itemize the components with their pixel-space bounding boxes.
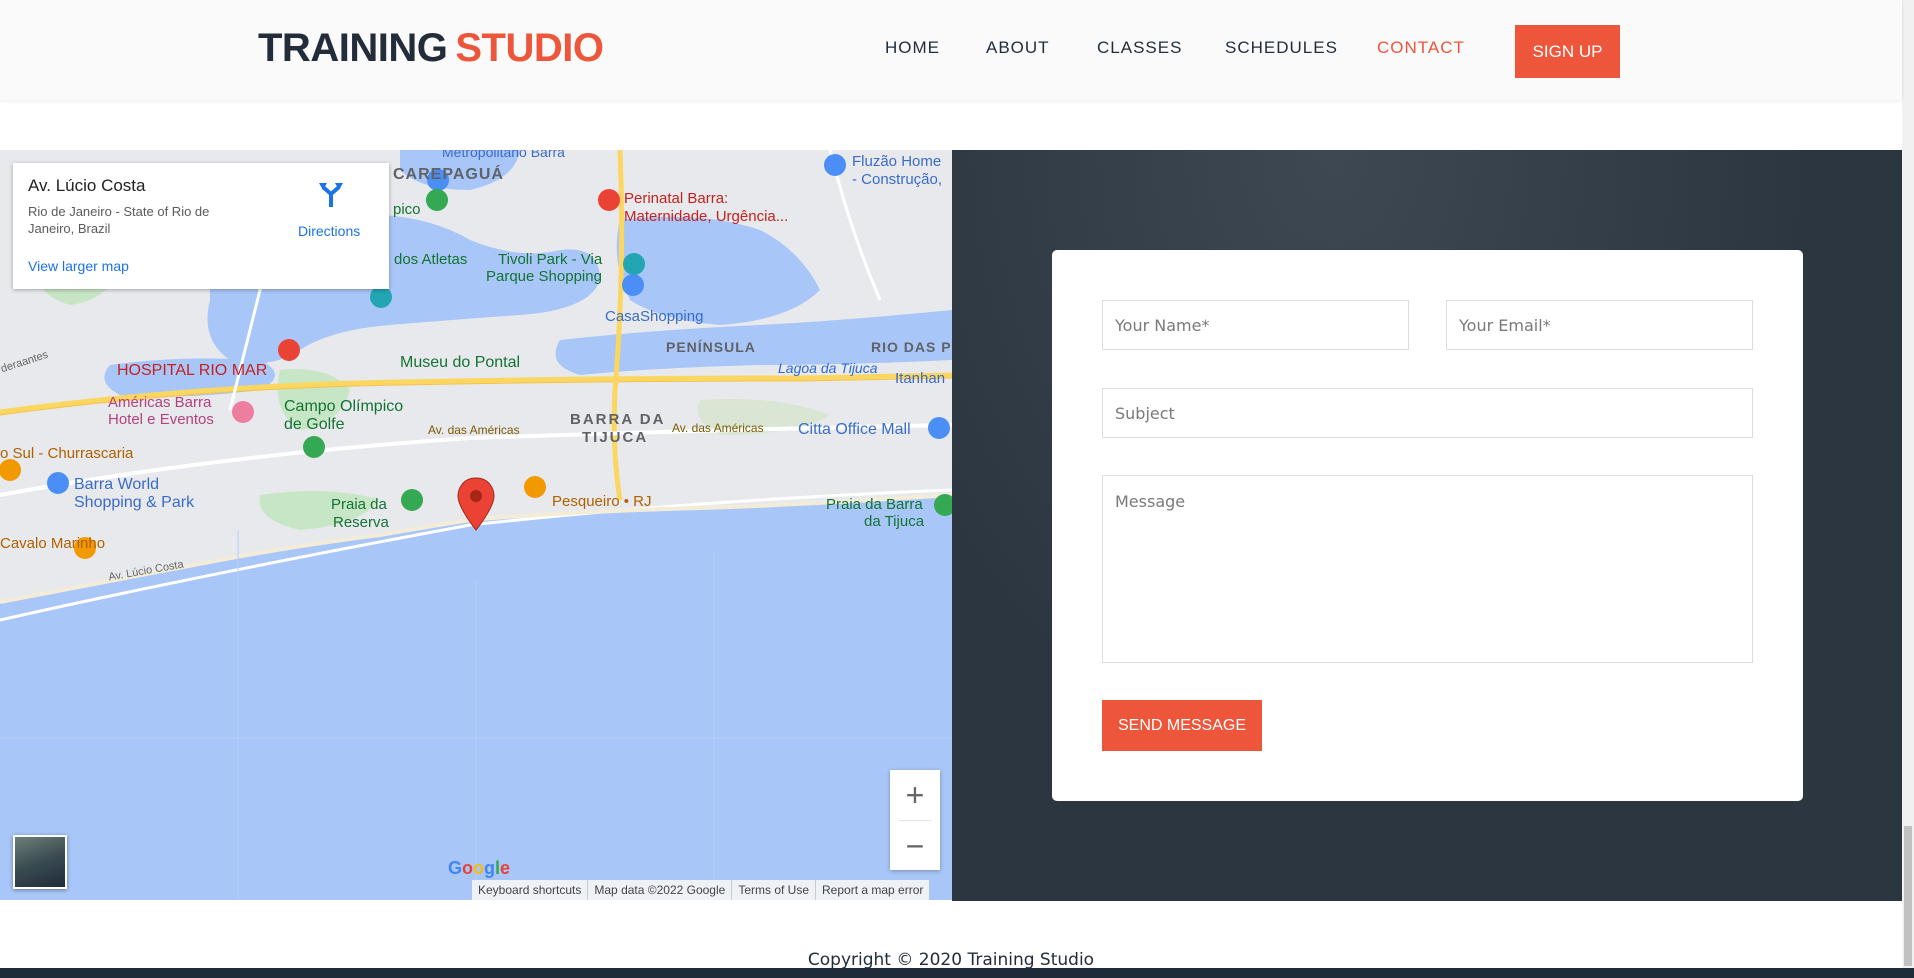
logo-part2: STUDIO	[455, 26, 604, 70]
map-label-metropolitano: Metropolitano Barra	[442, 150, 565, 160]
place-address: Rio de Janeiro - State of Rio de Janeiro…	[28, 204, 210, 236]
email-input[interactable]: Your Email*	[1446, 300, 1753, 350]
zoom-controls: + −	[890, 770, 940, 870]
nav-classes[interactable]: CLASSES	[1097, 38, 1182, 58]
map-label-praiabarra-2: da Tijuca	[864, 513, 925, 530]
name-input[interactable]: Your Name*	[1102, 300, 1409, 350]
site-header: TRAINING STUDIO HOME ABOUT CLASSES SCHEDU…	[0, 0, 1902, 100]
map-label-americas: Américas Barra	[108, 394, 212, 411]
map-label-casashopping: CasaShopping	[605, 308, 704, 325]
google-map[interactable]: Metropolitano Barra CAREPAGUÁ Fluzão Hom…	[0, 150, 952, 900]
satellite-toggle[interactable]	[13, 835, 67, 889]
zoom-in-button[interactable]: +	[890, 770, 940, 820]
directions-icon[interactable]	[316, 178, 346, 208]
send-message-button[interactable]: SEND MESSAGE	[1102, 700, 1262, 751]
directions-link[interactable]: Directions	[298, 223, 398, 239]
map-label-barraworld: Barra World	[74, 476, 160, 493]
map-footer: Keyboard shortcuts Map data ©2022 Google…	[472, 880, 930, 900]
map-label-barraworld-2: Shopping & Park	[74, 494, 195, 511]
report-error-link[interactable]: Report a map error	[815, 880, 929, 900]
copyright-text: Copyright © 2020 Training Studio	[807, 950, 1095, 970]
map-label-hospital: HOSPITAL RIO MAR	[117, 362, 268, 379]
map-label-avamericas-2: Av. das Américas	[672, 421, 764, 435]
terms-link[interactable]: Terms of Use	[731, 880, 815, 900]
map-label-cavalo: Cavalo Marinho	[0, 535, 106, 552]
map-data-text: Map data ©2022 Google	[587, 880, 731, 900]
nav-contact[interactable]: CONTACT	[1377, 38, 1465, 58]
zoom-out-button[interactable]: −	[890, 821, 940, 871]
subject-input[interactable]: Subject	[1102, 388, 1753, 438]
map-label-pico: pico	[393, 201, 421, 218]
view-larger-map-link[interactable]: View larger map	[28, 258, 129, 274]
map-label-itanhan: Itanhan	[895, 370, 946, 387]
map-label-perinatal-2: Maternidade, Urgência...	[624, 208, 789, 225]
map-label-tivoli: Tivoli Park - Via	[498, 251, 603, 268]
map-label-atletas: dos Atletas	[394, 251, 468, 268]
os-taskbar	[0, 968, 1914, 978]
signup-button[interactable]: SIGN UP	[1515, 25, 1620, 78]
map-label-tijuca: TIJUCA	[582, 429, 649, 446]
map-label-lagoa: Lagoa da Tijuca	[778, 360, 878, 376]
map-label-carepagua: CAREPAGUÁ	[393, 166, 504, 183]
google-logo: Google	[448, 858, 511, 878]
nav-schedules[interactable]: SCHEDULES	[1225, 38, 1338, 58]
map-label-fluzao: Fluzão Home	[852, 153, 942, 170]
map-label-tivoli-2: Parque Shopping	[486, 268, 602, 285]
map-label-campo: Campo Olímpico	[284, 398, 404, 415]
scrollbar-thumb[interactable]	[1904, 826, 1912, 966]
map-label-museu: Museu do Pontal	[400, 354, 521, 371]
map-label-citta: Citta Office Mall	[798, 421, 911, 438]
keyboard-shortcuts-link[interactable]: Keyboard shortcuts	[472, 880, 587, 900]
nav-about[interactable]: ABOUT	[986, 38, 1050, 58]
logo[interactable]: TRAINING STUDIO	[258, 26, 604, 71]
place-title: Av. Lúcio Costa	[28, 176, 146, 195]
map-label-praiabarra: Praia da Barra	[826, 496, 923, 513]
map-label-praiareserva-2: Reserva	[333, 514, 389, 531]
message-textarea[interactable]: Message	[1102, 475, 1753, 663]
page-scrollbar[interactable]	[1902, 0, 1914, 978]
map-label-pesqueiro: Pesqueiro • RJ	[552, 493, 652, 510]
map-label-perinatal: Perinatal Barra:	[624, 190, 729, 207]
map-label-campo-2: de Golfe	[284, 416, 345, 433]
map-label-construcao: - Construção,	[852, 171, 943, 188]
map-label-riodas: RIO DAS P	[871, 339, 952, 355]
map-label-churrascaria: o Sul - Churrascaria	[0, 445, 134, 462]
map-label-barra: BARRA DA	[570, 411, 666, 428]
map-label-praiareserva: Praia da	[331, 496, 387, 513]
place-info-card: Av. Lúcio Costa Rio de Janeiro - State o…	[13, 163, 389, 289]
map-label-avamericas: Av. das Américas	[428, 423, 520, 437]
logo-part1: TRAINING	[258, 26, 448, 70]
map-label-peninsula: PENÍNSULA	[666, 339, 756, 355]
nav-home[interactable]: HOME	[885, 38, 940, 58]
map-label-americas-2: Hotel e Eventos	[108, 411, 214, 428]
